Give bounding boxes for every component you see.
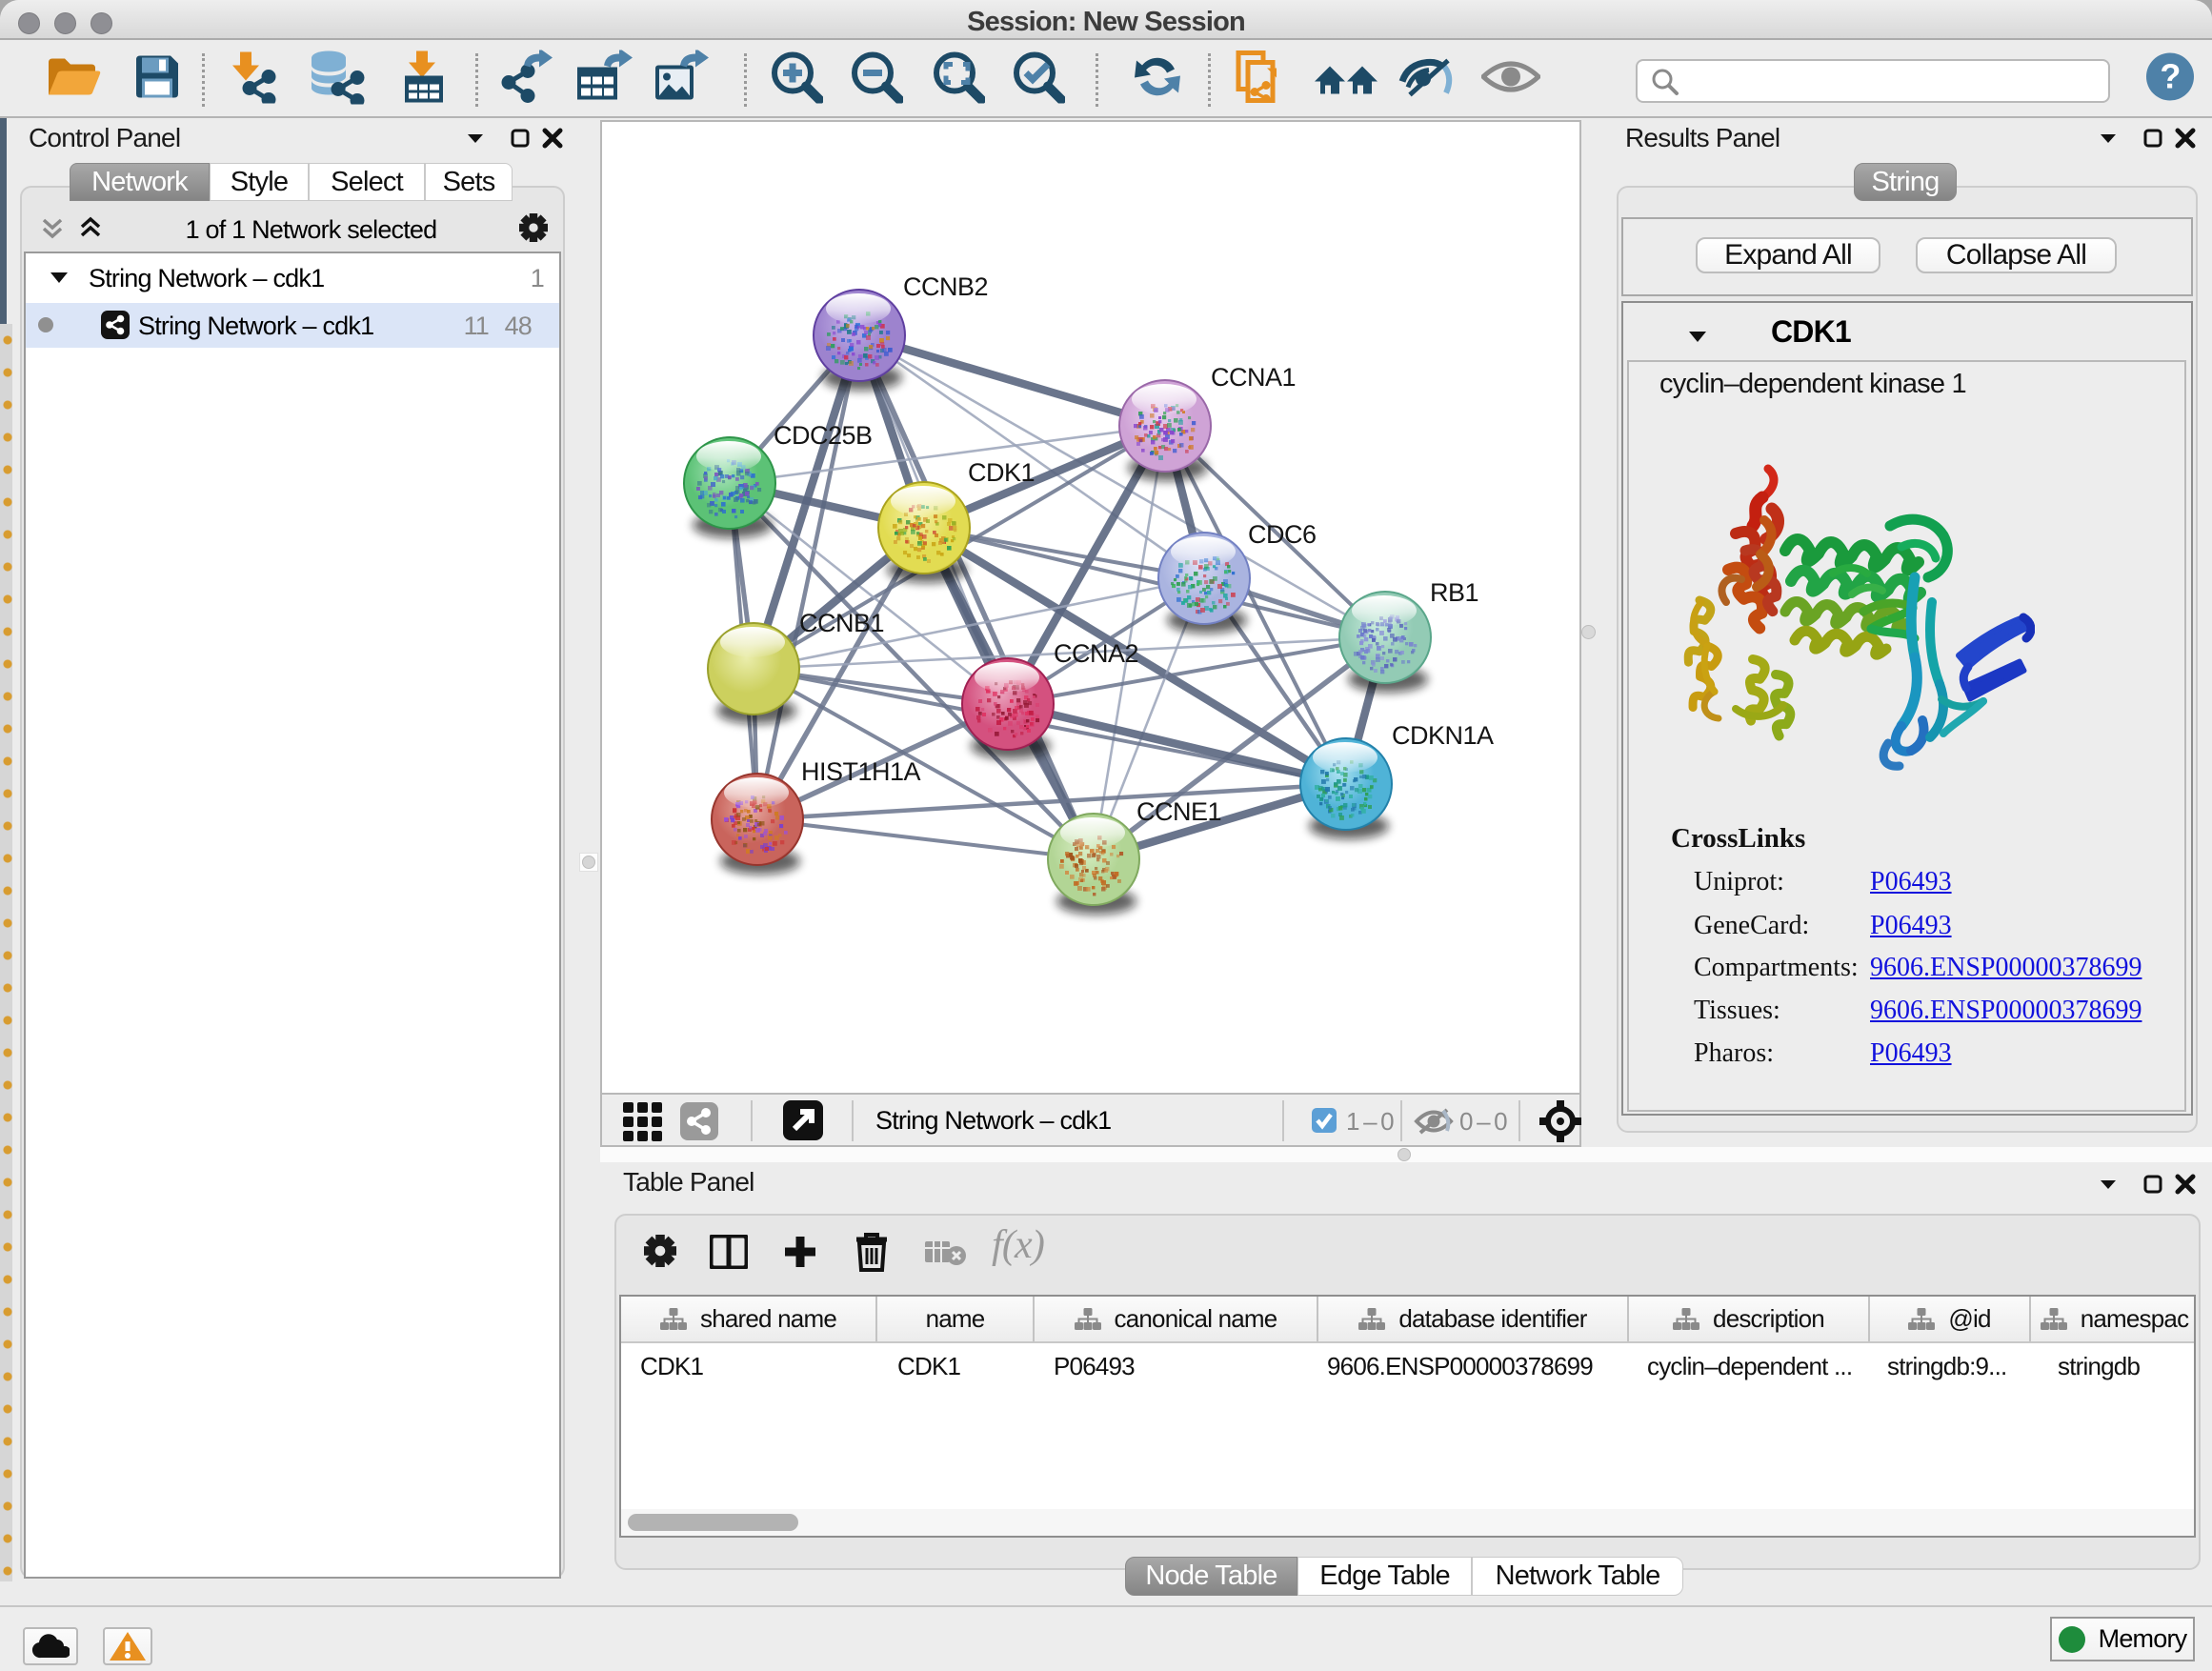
svg-text:RB1: RB1 xyxy=(1430,578,1478,607)
svg-text:?: ? xyxy=(2160,57,2180,96)
svg-text:HIST1H1A: HIST1H1A xyxy=(801,757,921,786)
svg-text:CDK1: CDK1 xyxy=(968,458,1035,487)
svg-text:CCNB2: CCNB2 xyxy=(903,272,988,301)
svg-text:CCNB1: CCNB1 xyxy=(799,609,884,637)
svg-text:CDKN1A: CDKN1A xyxy=(1392,721,1494,750)
svg-text:CDC25B: CDC25B xyxy=(774,421,873,450)
svg-text:CDC6: CDC6 xyxy=(1248,520,1317,549)
svg-text:CCNE1: CCNE1 xyxy=(1136,797,1221,826)
svg-text:CCNA1: CCNA1 xyxy=(1211,363,1296,392)
svg-text:CCNA2: CCNA2 xyxy=(1054,639,1138,668)
